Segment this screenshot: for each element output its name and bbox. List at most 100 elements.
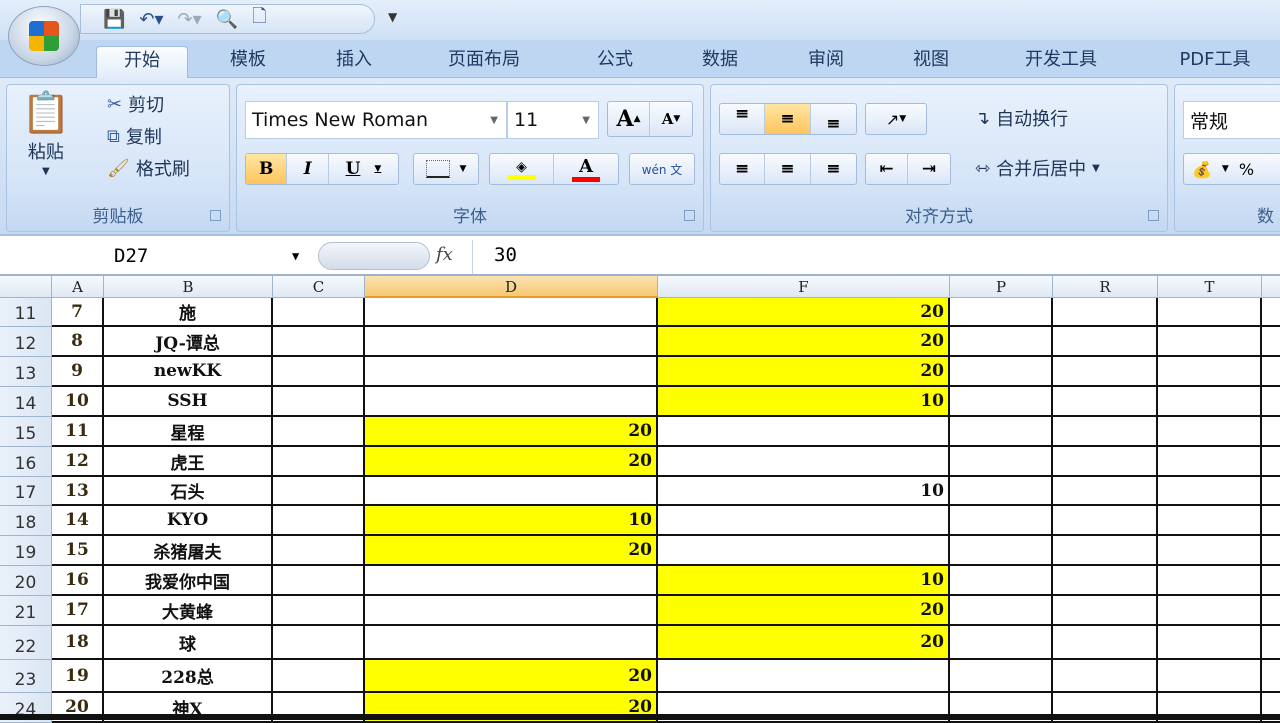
orientation-button[interactable]: ↗ ▼ xyxy=(865,103,927,135)
cell[interactable]: 11 xyxy=(52,417,104,447)
wrap-text-button[interactable]: ↴ 自动换行 xyxy=(975,105,1068,131)
cell[interactable] xyxy=(1053,626,1158,660)
row-header[interactable]: 14 xyxy=(0,387,52,417)
cell[interactable] xyxy=(950,660,1053,693)
decrease-indent-button[interactable]: ⇤ xyxy=(866,154,909,184)
select-all-button[interactable] xyxy=(0,276,52,298)
fill-color-button[interactable]: ◈ xyxy=(490,154,554,184)
cell[interactable] xyxy=(1158,298,1262,327)
align-middle-button[interactable]: ≡ xyxy=(765,104,811,134)
cell[interactable] xyxy=(1158,447,1262,477)
cell[interactable] xyxy=(1053,506,1158,536)
cell[interactable] xyxy=(273,327,365,357)
office-button[interactable] xyxy=(8,6,80,66)
cell[interactable] xyxy=(1158,536,1262,566)
formula-input[interactable]: 30 xyxy=(494,244,517,266)
cell[interactable] xyxy=(1262,596,1280,626)
cell[interactable]: 10 xyxy=(658,477,950,506)
cell[interactable]: 20 xyxy=(365,536,658,566)
customize-qat-icon[interactable]: ▼ xyxy=(388,10,397,24)
merge-center-button[interactable]: ⇿ 合并后居中 ▼ xyxy=(975,155,1100,181)
cell[interactable] xyxy=(273,596,365,626)
column-header-p[interactable]: P xyxy=(950,276,1053,298)
cell[interactable] xyxy=(273,506,365,536)
row-header[interactable]: 13 xyxy=(0,357,52,387)
cell[interactable] xyxy=(658,660,950,693)
cell[interactable]: 20 xyxy=(658,596,950,626)
cell[interactable] xyxy=(365,477,658,506)
align-bottom-button[interactable]: ≡ xyxy=(811,104,856,134)
cell[interactable]: 石头 xyxy=(104,477,273,506)
cell[interactable] xyxy=(1262,566,1280,596)
cell[interactable] xyxy=(1262,327,1280,357)
cell[interactable]: 虎王 xyxy=(104,447,273,477)
cell[interactable] xyxy=(273,660,365,693)
name-box[interactable]: D27 ▼ xyxy=(2,242,314,270)
cell[interactable] xyxy=(1158,417,1262,447)
underline-button[interactable]: U ▼ xyxy=(329,154,398,184)
cell[interactable] xyxy=(658,536,950,566)
cell[interactable] xyxy=(950,626,1053,660)
cell[interactable]: 13 xyxy=(52,477,104,506)
cell[interactable]: 10 xyxy=(52,387,104,417)
column-header-f[interactable]: F xyxy=(658,276,950,298)
cell[interactable] xyxy=(1262,357,1280,387)
row-header[interactable]: 16 xyxy=(0,447,52,477)
cell[interactable] xyxy=(273,417,365,447)
cell[interactable] xyxy=(1262,417,1280,447)
cell[interactable] xyxy=(1158,357,1262,387)
cell[interactable] xyxy=(950,357,1053,387)
cell[interactable] xyxy=(273,626,365,660)
paste-button[interactable]: 📋 粘贴 ▼ xyxy=(21,89,71,177)
row-header[interactable]: 12 xyxy=(0,327,52,357)
dialog-launcher-icon[interactable] xyxy=(684,210,695,221)
cell[interactable] xyxy=(1262,536,1280,566)
tab-developer[interactable]: 开发工具 xyxy=(1000,46,1122,78)
align-top-button[interactable]: ≡ xyxy=(720,104,766,134)
tab-page-layout[interactable]: 页面布局 xyxy=(425,46,543,78)
cell[interactable] xyxy=(658,417,950,447)
cell[interactable]: 20 xyxy=(658,298,950,327)
column-header-c[interactable]: C xyxy=(273,276,365,298)
cell[interactable]: 19 xyxy=(52,660,104,693)
cell[interactable]: 9 xyxy=(52,357,104,387)
cell[interactable]: 16 xyxy=(52,566,104,596)
insert-function-button[interactable]: fx xyxy=(436,244,453,265)
row-header[interactable]: 23 xyxy=(0,660,52,693)
cell[interactable] xyxy=(1053,566,1158,596)
cell[interactable] xyxy=(273,298,365,327)
cell[interactable]: 10 xyxy=(365,506,658,536)
cell[interactable] xyxy=(1053,660,1158,693)
cell[interactable] xyxy=(273,387,365,417)
tab-data[interactable]: 数据 xyxy=(680,46,760,78)
cell[interactable]: 20 xyxy=(658,357,950,387)
spreadsheet-grid[interactable]: A B C D F P R T 11 7 施 20 12 8 JQ-谭总 20 13 9 newKK 20 14 10 SS… xyxy=(0,276,1280,723)
tab-insert[interactable]: 插入 xyxy=(314,46,394,78)
cell[interactable] xyxy=(1053,596,1158,626)
column-header-d[interactable]: D xyxy=(365,276,658,298)
cell[interactable]: 15 xyxy=(52,536,104,566)
cell[interactable] xyxy=(273,566,365,596)
number-format-select[interactable]: 常规 xyxy=(1183,101,1280,139)
font-name-select[interactable]: Times New Roman ▼ xyxy=(245,101,507,139)
cell[interactable] xyxy=(1053,387,1158,417)
cell[interactable] xyxy=(950,327,1053,357)
dialog-launcher-icon[interactable] xyxy=(210,210,221,221)
percent-button[interactable]: % xyxy=(1239,160,1254,179)
save-icon[interactable]: 💾 xyxy=(103,9,125,30)
cell[interactable]: 18 xyxy=(52,626,104,660)
cell[interactable] xyxy=(1262,387,1280,417)
cell[interactable]: 我爱你中国 xyxy=(104,566,273,596)
row-header[interactable]: 17 xyxy=(0,477,52,506)
tab-formulas[interactable]: 公式 xyxy=(575,46,655,78)
cell[interactable] xyxy=(365,298,658,327)
cell[interactable]: 20 xyxy=(658,327,950,357)
column-header-t[interactable]: T xyxy=(1158,276,1262,298)
cell[interactable]: SSH xyxy=(104,387,273,417)
cell[interactable] xyxy=(365,596,658,626)
cell[interactable] xyxy=(950,536,1053,566)
increase-indent-button[interactable]: ⇥ xyxy=(908,154,950,184)
formula-bar-splitter[interactable] xyxy=(318,242,430,270)
cell[interactable] xyxy=(1262,447,1280,477)
cell[interactable]: 20 xyxy=(365,660,658,693)
